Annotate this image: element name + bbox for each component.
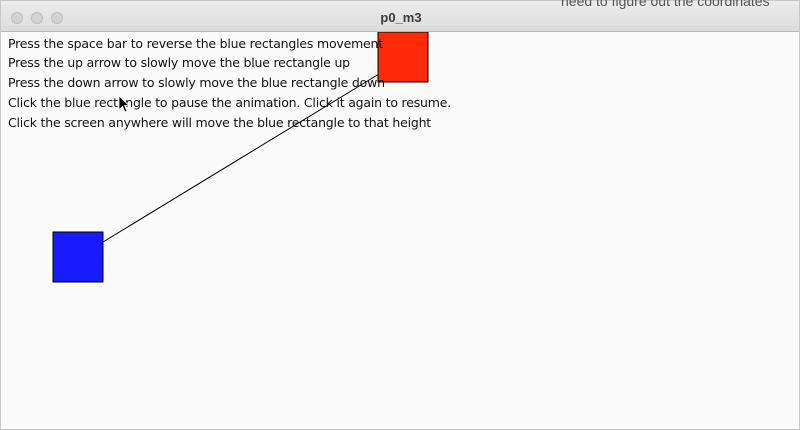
scene-drawing (52, 32, 429, 283)
sketch-canvas[interactable]: Press the space bar to reverse the blue … (1, 32, 799, 429)
minimize-window-button[interactable] (31, 12, 43, 24)
background-window-text: need to figure out the coordinates (561, 0, 770, 9)
blue-rectangle[interactable] (52, 231, 104, 283)
title-bar: p0_m3 need to figure out the coordinates (1, 0, 799, 32)
instruction-line-1: Press the space bar to reverse the blue … (8, 36, 383, 51)
red-rectangle (377, 32, 429, 83)
mouse-pointer-icon (118, 95, 130, 113)
instruction-line-3: Press the down arrow to slowly move the … (8, 75, 385, 90)
close-window-button[interactable] (11, 12, 23, 24)
maximize-window-button[interactable] (51, 12, 63, 24)
app-window: p0_m3 need to figure out the coordinates… (0, 0, 800, 430)
instruction-line-4: Click the blue rectangle to pause the an… (8, 95, 451, 110)
instruction-line-5: Click the screen anywhere will move the … (8, 115, 432, 130)
instruction-line-2: Press the up arrow to slowly move the bl… (8, 55, 350, 70)
window-title: p0_m3 (380, 10, 422, 25)
